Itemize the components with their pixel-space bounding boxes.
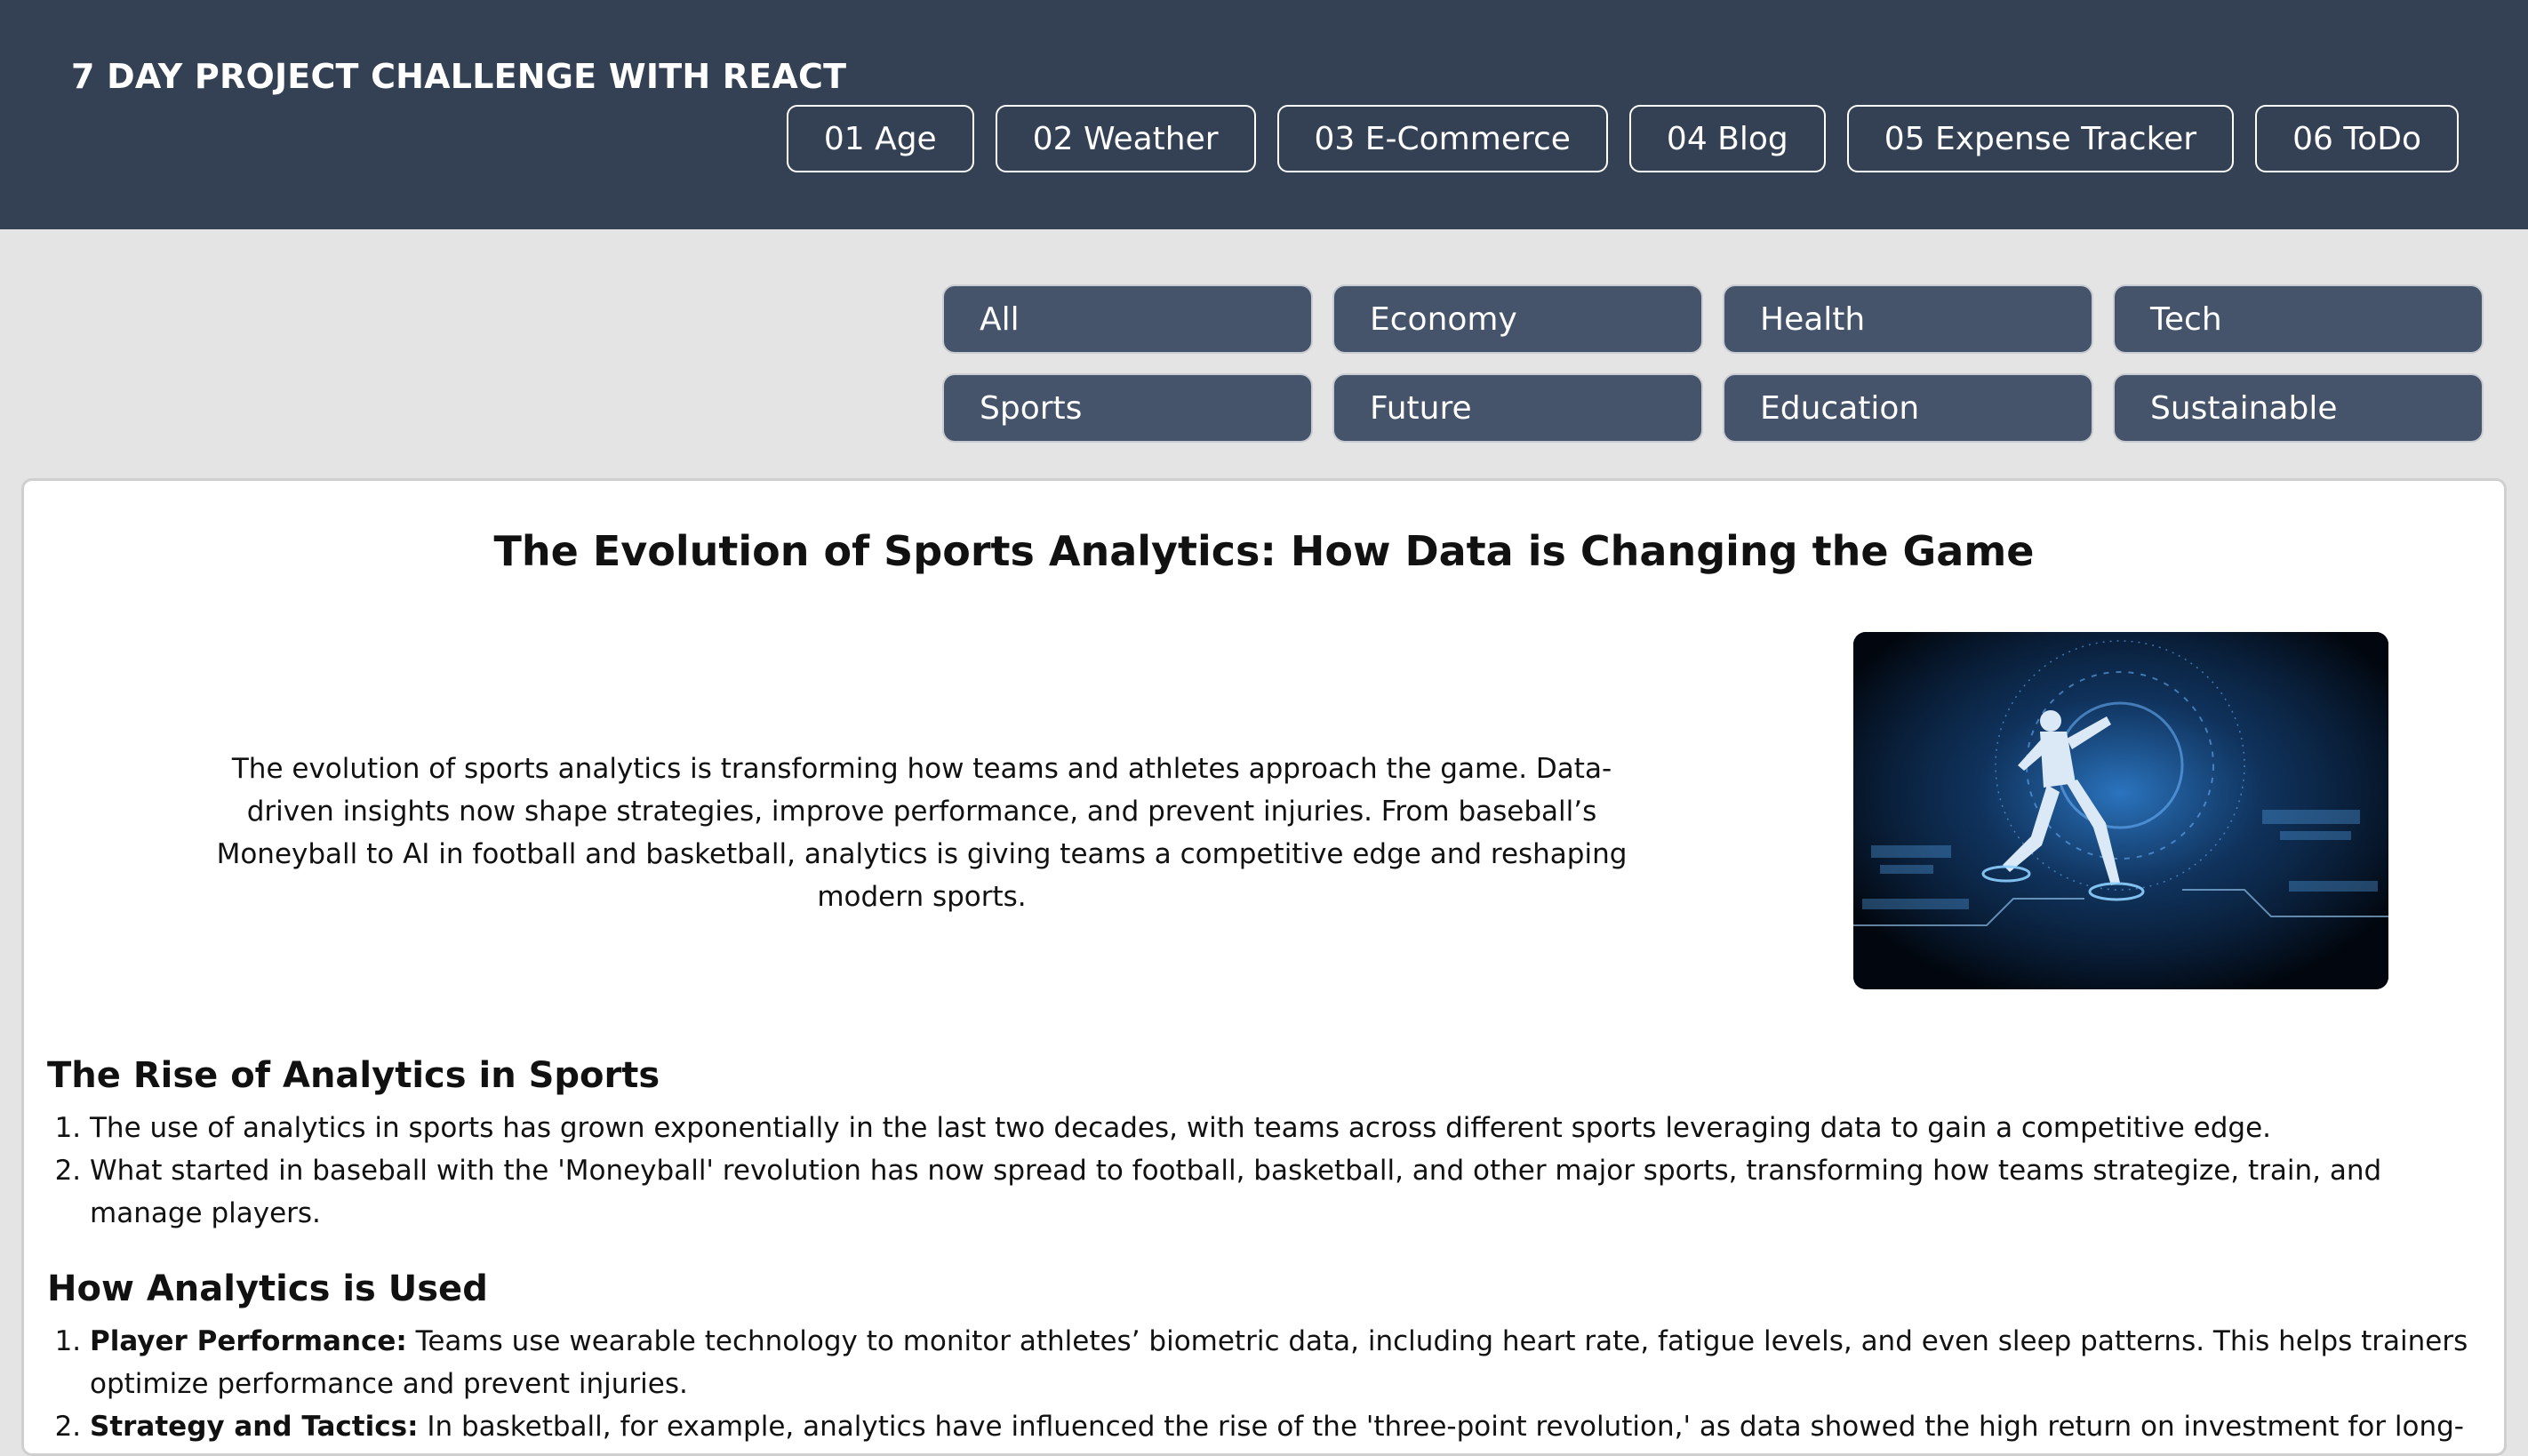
list-item: The use of analytics in sports has grown… (90, 1107, 2474, 1149)
section-list: The use of analytics in sports has grown… (47, 1107, 2474, 1235)
filter-health-button[interactable]: Health (1724, 286, 2092, 352)
article-intro: The evolution of sports analytics is tra… (216, 753, 1628, 913)
filter-sports-button[interactable]: Sports (944, 375, 1311, 441)
filter-future-button[interactable]: Future (1334, 375, 1701, 441)
section-how-analytics-is-used: How Analytics is Used Player Performance… (47, 1267, 2474, 1453)
nav-blog-button[interactable]: 04 Blog (1628, 105, 1826, 172)
article-card: The Evolution of Sports Analytics: How D… (21, 478, 2507, 1456)
article-hero-image (1853, 632, 2388, 989)
category-filter: All Economy Health Tech Sports Future Ed… (944, 286, 2482, 441)
filter-economy-button[interactable]: Economy (1334, 286, 1701, 352)
filter-all-button[interactable]: All (944, 286, 1311, 352)
nav-todo-button[interactable]: 06 ToDo (2255, 105, 2459, 172)
section-rise-of-analytics: The Rise of Analytics in Sports The use … (47, 1053, 2474, 1235)
nav-age-button[interactable]: 01 Age (786, 105, 974, 172)
article-title: The Evolution of Sports Analytics: How D… (493, 527, 2035, 575)
filter-tech-button[interactable]: Tech (2115, 286, 2482, 352)
filter-sustainable-button[interactable]: Sustainable (2115, 375, 2482, 441)
nav-expense-tracker-button[interactable]: 05 Expense Tracker (1846, 105, 2235, 172)
nav-weather-button[interactable]: 02 Weather (995, 105, 1256, 172)
nav-ecommerce-button[interactable]: 03 E-Commerce (1276, 105, 1608, 172)
section-list: Player Performance: Teams use wearable t… (47, 1320, 2474, 1453)
filter-education-button[interactable]: Education (1724, 375, 2092, 441)
list-item: Player Performance: Teams use wearable t… (90, 1320, 2474, 1405)
section-heading: How Analytics is Used (47, 1268, 488, 1309)
list-item: What started in baseball with the 'Money… (90, 1149, 2474, 1235)
project-nav: 01 Age 02 Weather 03 E-Commerce 04 Blog … (786, 105, 2459, 172)
section-heading: The Rise of Analytics in Sports (47, 1055, 660, 1096)
app-header: 7 DAY PROJECT CHALLENGE WITH REACT 01 Ag… (0, 0, 2528, 229)
brand-title[interactable]: 7 DAY PROJECT CHALLENGE WITH REACT (71, 57, 846, 96)
